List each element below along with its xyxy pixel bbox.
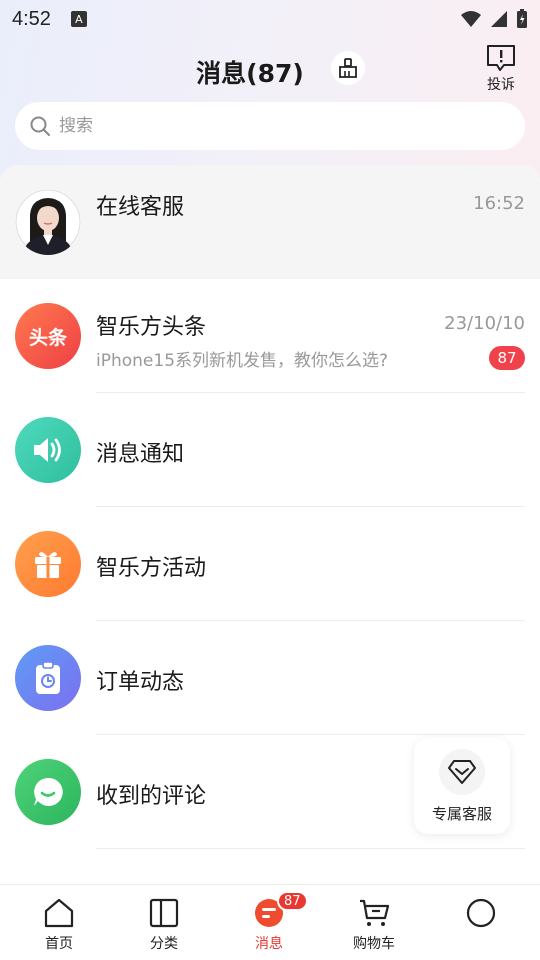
tab-messages[interactable]: 87 消息	[217, 885, 321, 960]
list-item-title: 消息通知	[96, 442, 185, 467]
clipboard-clock-icon	[15, 645, 81, 711]
tab-label: 分类	[150, 936, 178, 952]
speaker-icon	[15, 417, 81, 483]
tab-label: 购物车	[353, 936, 395, 952]
complaint-button[interactable]: 投诉	[476, 44, 526, 96]
list-item-subtitle: iPhone15系列新机发售，教你怎么选?	[96, 351, 389, 371]
battery-icon	[517, 9, 527, 28]
broom-icon	[339, 58, 357, 78]
wifi-icon	[461, 11, 481, 27]
diamond-icon	[439, 748, 485, 795]
list-item-title: 在线客服	[96, 195, 185, 220]
complaint-icon	[487, 45, 515, 71]
list-item-title: 收到的评论	[96, 784, 207, 809]
tab-home[interactable]: 首页	[7, 885, 111, 960]
list-item-title: 订单动态	[96, 670, 185, 695]
headline-icon: 头条	[15, 303, 81, 369]
home-icon	[43, 897, 75, 929]
complaint-label: 投诉	[487, 77, 515, 93]
tab-label: 首页	[45, 936, 73, 952]
clear-unread-button[interactable]	[331, 51, 365, 85]
list-item-online-service[interactable]: 在线客服 16:52	[0, 165, 540, 279]
page-title: 消息(87)	[196, 59, 304, 88]
status-indicators	[460, 9, 528, 29]
tab-profile[interactable]	[429, 885, 533, 960]
status-time: 4:52	[12, 7, 51, 30]
divider	[96, 848, 525, 849]
chat-bubble-icon	[15, 759, 81, 825]
message-icon: 87	[253, 891, 308, 929]
exclusive-service-label: 专属客服	[431, 804, 492, 823]
profile-circle-icon	[465, 897, 497, 929]
tab-unread-badge: 87	[277, 891, 308, 911]
avatar	[15, 189, 81, 255]
list-item-activity[interactable]: 智乐方活动	[0, 507, 540, 621]
page-header: 消息(87) 投诉	[0, 44, 540, 96]
gift-icon	[15, 531, 81, 597]
bottom-tab-bar: 首页 分类 87 消息 购物车	[0, 884, 540, 960]
headline-icon-text: 头条	[28, 326, 67, 349]
search-input[interactable]	[59, 116, 479, 136]
signal-icon	[491, 11, 507, 27]
list-item-headline[interactable]: 头条 智乐方头条 23/10/10 iPhone15系列新机发售，教你怎么选? …	[0, 279, 540, 393]
exclusive-service-button[interactable]: 专属客服	[414, 738, 510, 834]
list-item-notice[interactable]: 消息通知	[0, 393, 540, 507]
status-bar: 4:52 A	[0, 0, 540, 38]
tab-label: 消息	[255, 936, 283, 952]
tab-category[interactable]: 分类	[112, 885, 216, 960]
list-item-order[interactable]: 订单动态	[0, 621, 540, 735]
list-item-title: 智乐方头条	[96, 315, 207, 340]
unread-badge: 87	[489, 346, 525, 370]
notification-a-icon: A	[70, 11, 87, 27]
list-item-time: 23/10/10	[444, 313, 525, 334]
list-item-title: 智乐方活动	[96, 556, 207, 581]
category-icon	[148, 897, 180, 929]
tab-cart[interactable]: 购物车	[322, 885, 426, 960]
search-icon	[30, 116, 50, 136]
search-bar[interactable]	[15, 102, 525, 150]
cart-icon	[358, 897, 390, 929]
list-item-time: 16:52	[473, 193, 525, 214]
